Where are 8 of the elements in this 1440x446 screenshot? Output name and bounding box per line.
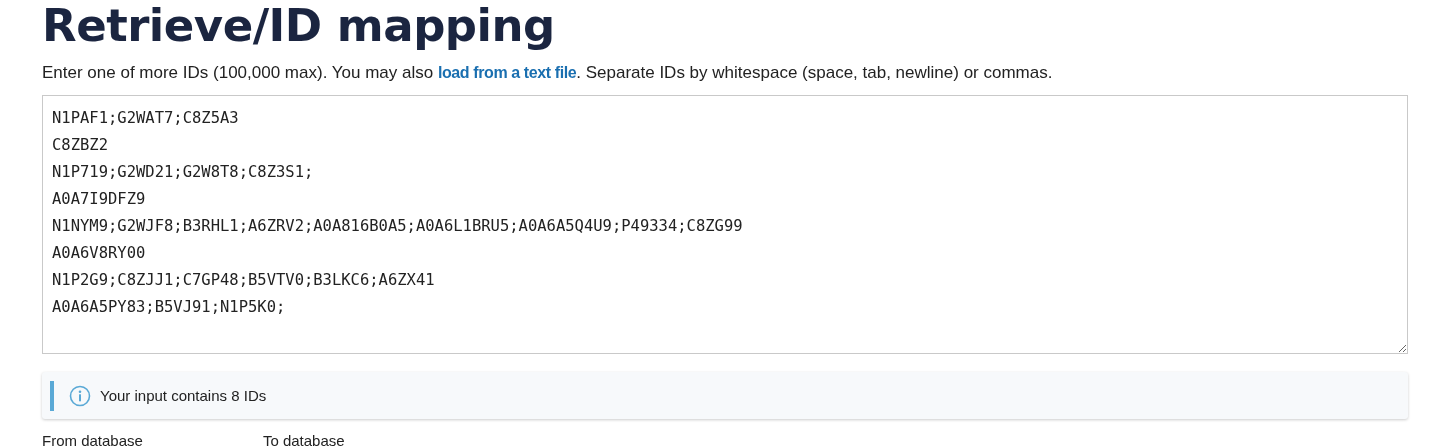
info-icon bbox=[69, 384, 91, 407]
instructions-text: Enter one of more IDs (100,000 max). You may also load from a text file. Separate IDs by whitespace (space, tab, newline) or commas. bbox=[42, 62, 1054, 84]
page-title: Retrieve/ID mapping bbox=[42, 0, 556, 52]
field-label: To database bbox=[262, 432, 345, 446]
info-text: Your input contains 8 IDs bbox=[100, 387, 267, 404]
load-file-link[interactable]: load from a text file bbox=[437, 64, 577, 81]
ids-input-field[interactable]: N1PAF1;G2WAT7;C8Z5A3 C8ZBZ2 N1P719;G2WD21;G2W8T8;C8Z3S1; A0A7I9DFZ9 N1NYM9;G2WJF8;B3RHL1;A6ZRV2;A0A816B0A5;A0A6L1BRU5;A0A6A5Q4U9;P49334;C8ZG99 A0A6V8RY00 N1P2G9;C8ZJJ1;C7GP48;B5VTV0;B3LKC6;A6ZX41 A0A6A5PY83;B5VJ91;N1P5K0; bbox=[42, 95, 1408, 354]
field-label: From database bbox=[42, 432, 143, 446]
